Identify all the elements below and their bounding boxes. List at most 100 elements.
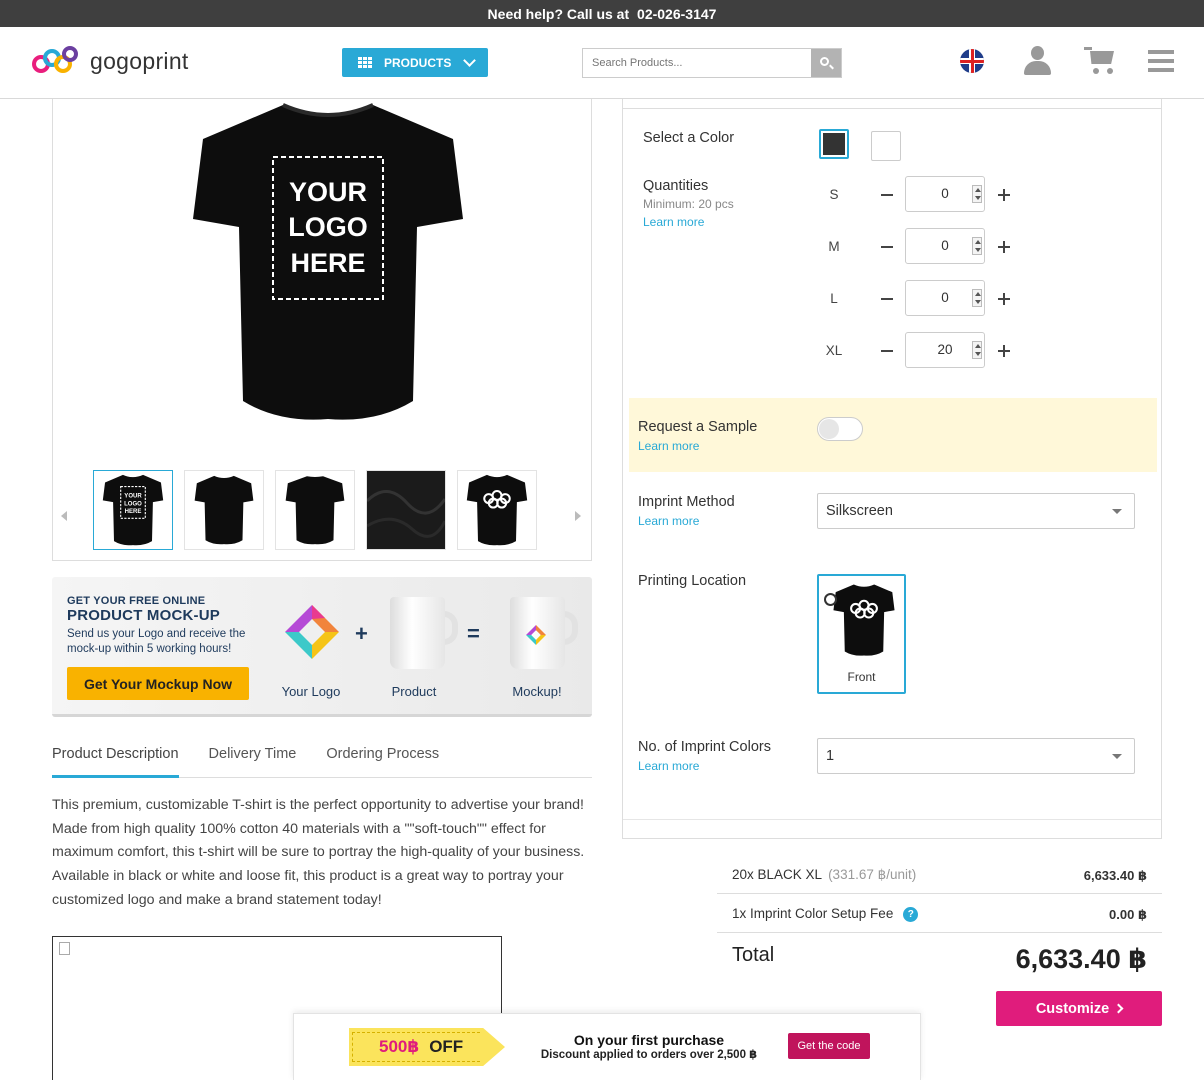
mockup-small-title: GET YOUR FREE ONLINE [67,595,206,607]
imprint-method-select[interactable]: Silkscreen [817,493,1135,529]
discount-amount: 500฿ [379,1037,420,1056]
printing-location-label: Printing Location [638,573,747,589]
qty-decrease-m[interactable] [881,246,893,248]
product-description-text: This premium, customizable T-shirt is th… [52,797,585,908]
thumbnail-front[interactable] [184,470,264,550]
tab-ordering-process[interactable]: Ordering Process [326,740,439,778]
promo-subline: Discount applied to orders over 2,500 ฿ [540,1049,758,1061]
colorful-logo-icon [285,605,339,659]
qty-increase-s[interactable] [998,189,1010,201]
thumb-overlay-2: LOGO [124,501,142,507]
spinner-icon[interactable] [972,341,982,359]
main-product-image: YOUR LOGO HERE [193,103,463,420]
chevron-down-icon [463,54,476,67]
imprint-colors-learn-more[interactable]: Learn more [638,759,699,773]
search-bar [582,48,842,78]
get-mockup-button[interactable]: Get Your Mockup Now [67,667,249,700]
customize-button[interactable]: Customize [996,991,1162,1026]
thumbnail-logo-front[interactable]: YOUR LOGO HERE [93,470,173,550]
request-sample-label: Request a Sample [638,419,758,435]
customize-label: Customize [1035,1000,1110,1017]
gallery-prev-arrow[interactable] [61,511,67,521]
summary-unit-price: (331.67 ฿/unit) [828,867,917,882]
caption-your-logo: Your Logo [281,684,341,699]
qty-input-s[interactable]: 0 [905,176,985,212]
help-phone[interactable]: 02-026-3147 [637,6,716,22]
qty-input-l[interactable]: 0 [905,280,985,316]
mug-with-logo-icon [510,597,580,672]
thumb-overlay-3: HERE [125,509,142,515]
qty-decrease-xl[interactable] [881,350,893,352]
caption-product: Product [391,684,437,699]
mockup-banner: GET YOUR FREE ONLINE PRODUCT MOCK-UP Sen… [52,577,592,717]
sample-toggle[interactable] [817,417,863,441]
discount-off: OFF [429,1037,464,1056]
broken-image-icon [59,942,70,955]
thumb-overlay-1: YOUR [124,493,142,499]
quantities-label: Quantities [643,178,709,194]
tab-product-description[interactable]: Product Description [52,740,179,778]
search-button[interactable] [811,49,841,77]
qty-increase-m[interactable] [998,241,1010,253]
qty-value-xl: 20 [937,342,953,357]
uk-flag-icon[interactable] [960,49,984,73]
spinner-icon[interactable] [972,289,982,307]
location-option-front[interactable]: Front [817,574,906,694]
qty-decrease-s[interactable] [881,194,893,196]
help-bar: Need help? Call us at 02-026-3147 [0,0,1204,27]
chevron-right-icon [1113,1003,1124,1014]
mug-icon [390,597,460,672]
menu-icon[interactable] [1148,50,1174,72]
location-shirt-image [833,584,895,656]
qty-increase-l[interactable] [998,293,1010,305]
gallery-next-arrow[interactable] [575,511,581,521]
color-swatch-white[interactable] [871,131,901,161]
qty-value-s: 0 [941,186,949,201]
qty-decrease-l[interactable] [881,298,893,300]
logo-text: gogoprint [90,47,189,74]
help-question-icon[interactable]: ? [903,907,919,922]
qty-input-m[interactable]: 0 [905,228,985,264]
product-gallery: YOUR LOGO HERE YOUR LOGO HERE [52,99,592,561]
qty-value-m: 0 [941,238,949,253]
mockup-description: Send us your Logo and receive the mock-u… [67,628,246,655]
spinner-icon[interactable] [972,185,982,203]
imprint-colors-select[interactable]: 1 [817,738,1135,774]
size-label-m: M [828,239,840,254]
products-label: PRODUCTS [384,55,452,70]
cart-icon[interactable] [1084,47,1116,75]
location-radio[interactable] [824,593,837,606]
summary-row-product: 20x BLACK XL (331.67 ฿/unit) 6,633.40 ฿ [717,856,1162,894]
site-logo[interactable]: gogoprint [32,45,189,77]
summary-row-setup-fee: 1x Imprint Color Setup Fee? 0.00 ฿ [717,895,1162,933]
thumbnail-back[interactable] [275,470,355,550]
overlay-line-1: YOUR [289,177,367,207]
imprint-learn-more[interactable]: Learn more [638,514,699,528]
quantities-learn-more[interactable]: Learn more [643,215,704,229]
product-tabs: Product Description Delivery Time Orderi… [52,740,592,778]
spinner-icon[interactable] [972,237,982,255]
mockup-big-title: PRODUCT MOCK-UP [67,607,220,624]
summary-product-price: 6,633.40 ฿ [1083,868,1147,883]
qty-increase-xl[interactable] [998,345,1010,357]
color-swatch-black[interactable] [819,129,849,159]
quantities-minimum: Minimum: 20 pcs [643,197,734,211]
options-panel: Select a Color Quantities Minimum: 20 pc… [622,99,1162,839]
equals-sign: = [467,621,480,646]
plus-sign: + [355,621,368,646]
qty-input-xl[interactable]: 20 [905,332,985,368]
caption-mockup: Mockup! [512,684,562,699]
logo-rings-icon [32,45,80,77]
thumbnail-fabric[interactable] [366,470,446,550]
tab-delivery-time[interactable]: Delivery Time [209,740,297,778]
search-icon [820,57,829,66]
summary-setup-price: 0.00 ฿ [1109,907,1147,922]
help-text: Need help? Call us at [487,6,630,22]
location-front-caption: Front [847,670,876,684]
get-code-button[interactable]: Get the code [788,1033,870,1059]
sample-learn-more[interactable]: Learn more [638,439,699,453]
user-icon[interactable] [1024,46,1051,76]
products-menu-button[interactable]: PRODUCTS [342,48,488,77]
search-input[interactable] [583,49,811,77]
thumbnail-logo-print[interactable] [457,470,537,550]
